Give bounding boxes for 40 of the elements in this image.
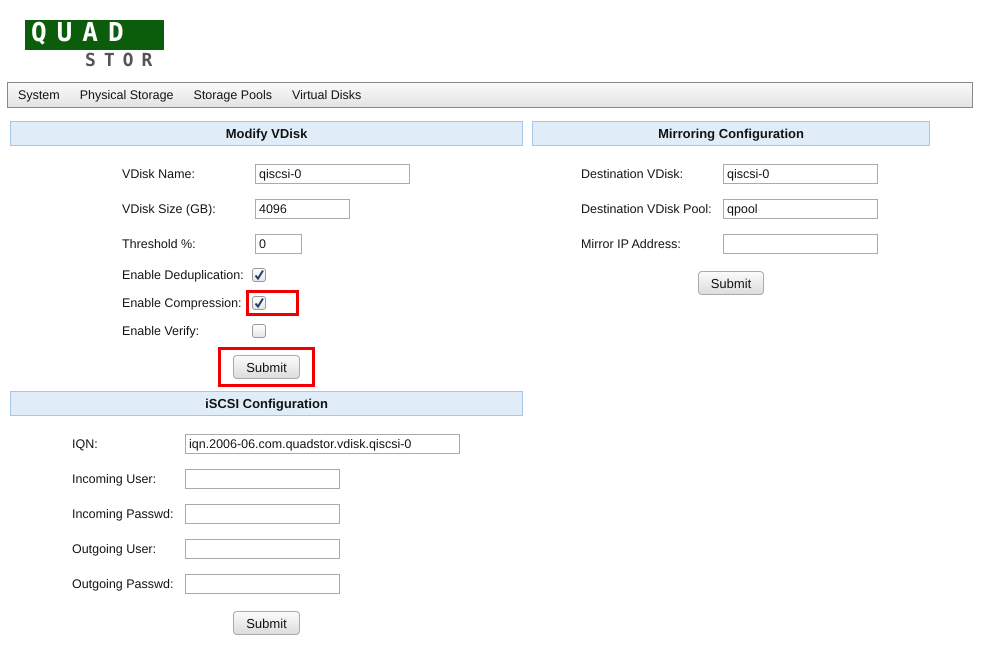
field-label: IQN: xyxy=(72,436,99,450)
section-header: Modify VDisk xyxy=(10,121,523,146)
field-label: Outgoing Passwd: xyxy=(72,576,174,590)
input-field[interactable]: qiscsi-0 xyxy=(255,164,410,184)
input-field[interactable]: 4096 xyxy=(255,198,350,218)
field-label: VDisk Name: xyxy=(122,166,196,180)
section-header: Mirroring Configuration xyxy=(532,121,930,146)
menu-item[interactable]: Physical Storage xyxy=(70,88,184,102)
input-field[interactable]: qiscsi-0 xyxy=(723,164,878,184)
logo-text: QUAD xyxy=(25,20,164,50)
field-label: Enable Compression: xyxy=(122,296,243,310)
checkbox[interactable] xyxy=(252,324,266,338)
field-label: Incoming Passwd: xyxy=(72,506,174,520)
field-label: Threshold %: xyxy=(122,236,197,250)
field-label: Enable Deduplication: xyxy=(122,268,245,282)
input-field[interactable]: iqn.2006-06.com.quadstor.vdisk.qiscsi-0 xyxy=(185,434,460,454)
field-label: VDisk Size (GB): xyxy=(122,202,217,216)
menu-item[interactable]: System xyxy=(8,88,70,102)
field-label: Enable Verify: xyxy=(122,324,200,338)
field-label: Outgoing User: xyxy=(72,542,158,556)
field-label: Mirror IP Address: xyxy=(581,236,682,250)
input-field[interactable] xyxy=(185,504,340,524)
input-field[interactable]: 0 xyxy=(255,234,302,254)
checkbox[interactable] xyxy=(252,296,266,310)
submit-button[interactable]: Submit xyxy=(698,271,764,295)
menu-item[interactable]: Virtual Disks xyxy=(282,88,372,102)
input-field[interactable] xyxy=(185,574,340,594)
input-field[interactable] xyxy=(185,538,340,558)
field-label: Destination VDisk: xyxy=(581,166,684,180)
field-label: Incoming User: xyxy=(72,472,158,486)
logo-text: STOR xyxy=(85,52,162,70)
menu-item[interactable]: Storage Pools xyxy=(184,88,282,102)
input-field[interactable]: qpool xyxy=(723,198,878,218)
submit-button[interactable]: Submit xyxy=(233,355,300,379)
checkbox[interactable] xyxy=(252,268,266,282)
section-header: iSCSI Configuration xyxy=(10,391,523,416)
input-field[interactable] xyxy=(185,468,340,488)
submit-button[interactable]: Submit xyxy=(233,611,300,635)
input-field[interactable] xyxy=(723,234,878,254)
field-label: Destination VDisk Pool: xyxy=(581,202,713,216)
